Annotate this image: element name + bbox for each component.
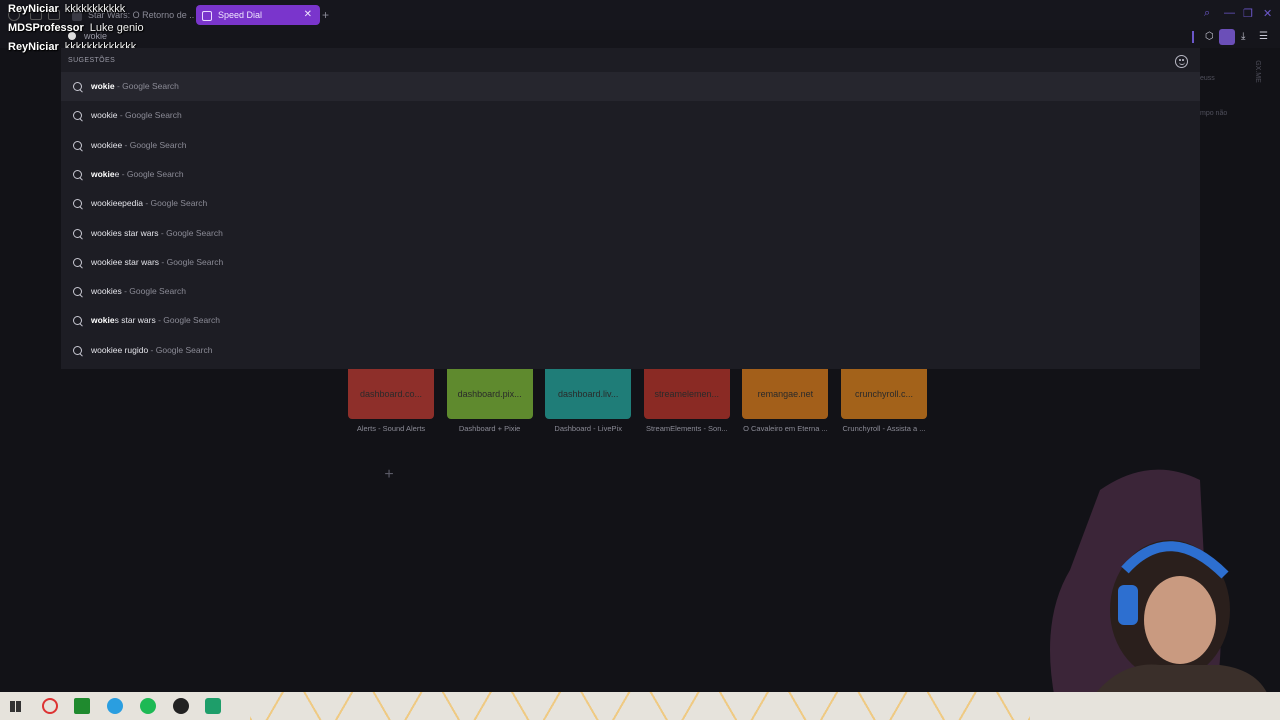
speed-dial-tile[interactable]: streamelemen... [643,369,730,419]
speed-dial-caption: Dashboard + Pixie [458,424,521,433]
search-icon [73,228,82,238]
speed-dial-tile[interactable]: dashboard.co... [348,369,434,419]
suggestion-text: wookiee rugido - Google Search [91,344,213,355]
search-icon [73,140,82,150]
suggestion-item[interactable]: wookieepedia - Google Search [61,189,1200,218]
suggestion-item[interactable]: wookies - Google Search [61,277,1200,306]
suggestion-text: wokie - Google Search [91,81,179,91]
search-icon [73,257,82,267]
extensions-icon[interactable]: ⬡ [1205,31,1214,42]
speed-dial-caption: StreamElements - Son... [645,424,728,433]
tab-speed-dial[interactable]: Speed Dial ✕ [196,5,320,25]
download-icon[interactable]: ⤓ [1241,31,1245,42]
suggestion-text: wookies star wars - Google Search [91,227,223,238]
search-icon [73,169,82,179]
twitch-studio-icon[interactable] [74,698,90,714]
search-icon [73,82,82,91]
sidebar-ghost-text: euss [1200,75,1215,82]
window-close-icon[interactable]: ✕ [1263,7,1272,20]
app-icon[interactable] [205,698,221,714]
search-icon [73,316,82,326]
add-speed-dial-button[interactable]: + [361,458,417,492]
suggestion-text: wookiee star wars - Google Search [91,256,224,267]
sidebar-ghost-text: mpo não [1200,110,1228,117]
profile-avatar[interactable] [1219,29,1235,45]
sidebar-indicator [1192,31,1194,43]
opera-gx-icon[interactable] [42,698,58,714]
feedback-smiley-icon[interactable] [1175,55,1188,68]
suggestion-item[interactable]: wookiee - Google Search [61,131,1200,160]
speed-dial-tile[interactable]: crunchyroll.c... [841,369,927,419]
address-bar-row [0,30,1280,48]
webcam-overlay [1050,469,1270,700]
chrome-icon[interactable] [107,698,123,714]
speed-dial-caption: Dashboard - LivePix [554,424,622,433]
speed-dial-tile[interactable]: remangae.net [742,369,829,419]
speed-dial-icon [202,10,212,21]
maximize-icon[interactable]: ❐ [1243,7,1253,20]
suggestion-text: wookie - Google Search [91,110,182,121]
close-tab-icon[interactable]: ✕ [304,5,312,25]
speed-dial-tile[interactable]: dashboard.pix... [446,369,533,419]
speed-dial-tile[interactable]: dashboard.liv... [545,369,632,419]
suggestion-item[interactable]: wookies star wars - Google Search [61,219,1200,248]
new-tab-button[interactable]: + [322,8,329,22]
search-icon [73,111,82,121]
suggestion-text: wookieepedia - Google Search [91,198,208,209]
windows-start-icon[interactable] [10,701,21,712]
search-icon [73,287,82,297]
speed-dial-caption: O Cavaleiro em Eterna ... [743,424,828,433]
headphone-ear [1118,585,1138,625]
menu-icon[interactable]: ☰ [1259,31,1268,42]
obs-icon[interactable] [173,698,189,714]
suggestion-text: wookiee - Google Search [91,139,187,150]
speed-dial-caption: Alerts - Sound Alerts [356,424,426,433]
suggestion-item[interactable]: wokiee - Google Search [61,160,1200,189]
suggestions-title: SUGESTÕES [68,57,116,64]
suggestion-item[interactable]: wokie - Google Search [61,72,1200,101]
suggestion-item[interactable]: wokies star wars - Google Search [61,306,1200,335]
suggestion-text: wokies star wars - Google Search [91,315,220,326]
search-icon [73,345,82,355]
speed-dial-caption: Crunchyroll - Assista a ... [842,424,926,433]
face [1144,576,1216,664]
taskbar [0,692,1280,720]
suggestion-text: wokiee - Google Search [91,168,184,179]
sidebar-ghost-text: GX.ME [1253,60,1261,83]
suggestion-item[interactable]: wookiee rugido - Google Search [61,336,1200,365]
spotify-icon[interactable] [140,698,156,714]
chat-message: ReyNiciar kkkkkkkkkkk [8,3,126,15]
chat-message: MDSProfessor Luke genio [8,22,144,34]
search-icon [73,199,82,209]
search-tabs-icon[interactable]: ⌕ [1204,7,1210,20]
minimize-icon[interactable]: — [1224,7,1235,19]
suggestion-item[interactable]: wookiee star wars - Google Search [61,248,1200,277]
suggestion-text: wookies - Google Search [91,286,186,297]
suggestion-item[interactable]: wookie - Google Search [61,101,1200,130]
